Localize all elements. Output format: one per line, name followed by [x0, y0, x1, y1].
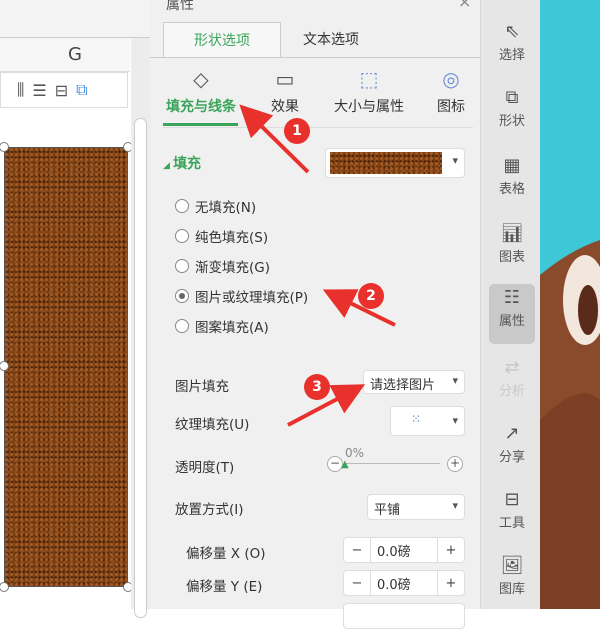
toolbox-icon: ⊟ [504, 489, 520, 510]
increase-transparency-button[interactable]: + [447, 456, 463, 472]
placement-dropdown[interactable]: 平铺 ▾ [367, 494, 465, 520]
sidebar-item-properties[interactable]: ☷ 属性 [489, 284, 535, 344]
chevron-down-icon: ▾ [452, 374, 458, 387]
texture-fill-label: 纹理填充(U) [175, 417, 250, 433]
share-icon: ↗ [504, 423, 520, 444]
increment-button[interactable]: + [438, 538, 464, 562]
chevron-down-icon: ▾ [452, 499, 458, 512]
tab-text-options[interactable]: 文本选项 [281, 22, 381, 58]
gallery-icon: 🖼︎ [500, 555, 524, 576]
sidebar-item-tools[interactable]: ⊟ 工具 [489, 486, 535, 548]
active-subtab-indicator [163, 123, 238, 126]
close-icon[interactable]: × [458, 0, 471, 11]
texture-dropdown[interactable]: ⁙ ▾ [390, 406, 465, 436]
radio-picture-texture-fill[interactable]: 图片或纹理填充(P) [175, 286, 308, 306]
column-letter: G [68, 44, 82, 65]
offset-x-input[interactable]: 0.0磅 [370, 538, 438, 562]
chart-icon: 📊︎ [500, 223, 524, 244]
picture-select-dropdown[interactable]: 请选择图片 ▾ [363, 370, 465, 394]
annotation-badge-1: 1 [284, 118, 310, 144]
effect-icon: ▭ [275, 67, 295, 91]
align-center-icon[interactable]: ⫼ [17, 80, 24, 100]
distribute-icon[interactable]: ☰ [32, 81, 46, 100]
offset-y-input[interactable]: 0.0磅 [370, 571, 438, 595]
chevron-down-icon: ▾ [452, 154, 458, 167]
decrement-button[interactable]: − [344, 571, 370, 595]
align-middle-icon[interactable]: ⊟ [55, 81, 68, 100]
sidebar-item-shapes[interactable]: ⧉ 形状 [489, 84, 535, 146]
radio-pattern-fill[interactable]: 图案填充(A) [175, 316, 269, 336]
picture-fill-label: 图片填充 [175, 379, 229, 395]
tab-shape-options[interactable]: 形状选项 [163, 22, 281, 58]
chevron-down-icon: ▾ [452, 414, 458, 427]
radio-button[interactable] [175, 259, 189, 273]
annotation-badge-2: 2 [358, 283, 384, 309]
properties-icon: ☷ [503, 287, 521, 308]
background-photo [540, 0, 600, 609]
texture-swatch-icon: ⁙ [411, 412, 422, 426]
sheet-toolbar-area [0, 0, 150, 38]
resize-handle[interactable] [0, 582, 9, 592]
divider [163, 127, 473, 128]
shapes-icon: ⧉ [505, 87, 519, 108]
subtab-size[interactable]: ⬚ 大小与属性 [322, 62, 416, 116]
fill-line-icon: ◇ [193, 67, 209, 91]
fill-section-header[interactable]: ◢ 填充 [163, 153, 201, 173]
column-header[interactable]: G [0, 38, 130, 72]
shape-mini-toolbar: ⫼ ☰ ⊟ ⧉ [0, 72, 128, 108]
vertical-scrollbar[interactable] [131, 38, 150, 618]
radio-gradient-fill[interactable]: 渐变填充(G) [175, 256, 270, 276]
transparency-value: 0% [345, 446, 365, 460]
sidebar-item-select[interactable]: ⇖ 选择 [489, 18, 535, 80]
size-icon: ⬚ [359, 67, 379, 91]
annotation-badge-3: 3 [304, 374, 330, 400]
shape-icon: ◎ [442, 67, 460, 91]
increment-button[interactable]: + [438, 571, 464, 595]
transparency-label: 透明度(T) [175, 460, 235, 476]
sidebar-item-chart[interactable]: 📊︎ 图表 [489, 220, 535, 282]
fill-preview-dropdown[interactable]: ▾ [325, 148, 465, 178]
radio-solid-fill[interactable]: 纯色填充(S) [175, 226, 268, 246]
slider-thumb[interactable]: ▲ [341, 459, 349, 470]
radio-button[interactable] [175, 289, 189, 303]
panel-title: 属性 [166, 0, 194, 13]
sidebar-item-analyze[interactable]: ⇄ 分析 [489, 354, 535, 416]
sidebar-item-table[interactable]: ▦ 表格 [489, 152, 535, 214]
subtab-icon[interactable]: ◎ 图标 [426, 62, 476, 116]
decrement-button[interactable]: − [344, 538, 370, 562]
photo-illustration [540, 240, 600, 609]
right-sidebar: ⇖ 选择 ⧉ 形状 ▦ 表格 📊︎ 图表 ☷ 属性 ⇄ 分析 ↗ 分享 ⊟ 工具 🖼︎ 图库 [480, 0, 540, 609]
radio-button[interactable] [175, 319, 189, 333]
subtab-fill-line[interactable]: ◇ 填充与线条 [160, 62, 242, 116]
divider [150, 57, 480, 58]
sidebar-item-gallery[interactable]: 🖼︎ 图库 [489, 552, 535, 614]
placement-label: 放置方式(I) [175, 502, 244, 518]
radio-button[interactable] [175, 229, 189, 243]
combine-icon[interactable]: ⧉ [76, 80, 87, 100]
resize-handle[interactable] [0, 142, 9, 152]
sidebar-item-share[interactable]: ↗ 分享 [489, 420, 535, 482]
collapse-icon: ◢ [163, 161, 174, 171]
properties-panel: 属性 × 形状选项 文本选项 ◇ 填充与线条 ▭ 效果 ⬚ 大小与属性 ◎ 图标 ◢ 填… [150, 0, 480, 629]
radio-button[interactable] [175, 199, 189, 213]
next-stepper[interactable] [343, 603, 465, 629]
cursor-icon: ⇖ [504, 21, 520, 42]
transparency-slider[interactable] [346, 463, 440, 464]
analyze-icon: ⇄ [504, 357, 520, 378]
selected-shape[interactable] [0, 142, 133, 592]
texture-preview [330, 152, 442, 174]
table-icon: ▦ [503, 155, 521, 176]
resize-handle[interactable] [0, 361, 9, 371]
offset-x-stepper[interactable]: −0.0磅 + [343, 537, 465, 563]
offset-x-label: 偏移量 X (O) [186, 546, 266, 562]
offset-y-label: 偏移量 Y (E) [186, 579, 263, 595]
radio-no-fill[interactable]: 无填充(N) [175, 196, 256, 216]
scroll-thumb[interactable] [134, 118, 147, 618]
offset-y-stepper[interactable]: −0.0磅 + [343, 570, 465, 596]
subtab-effect[interactable]: ▭ 效果 [255, 62, 315, 116]
